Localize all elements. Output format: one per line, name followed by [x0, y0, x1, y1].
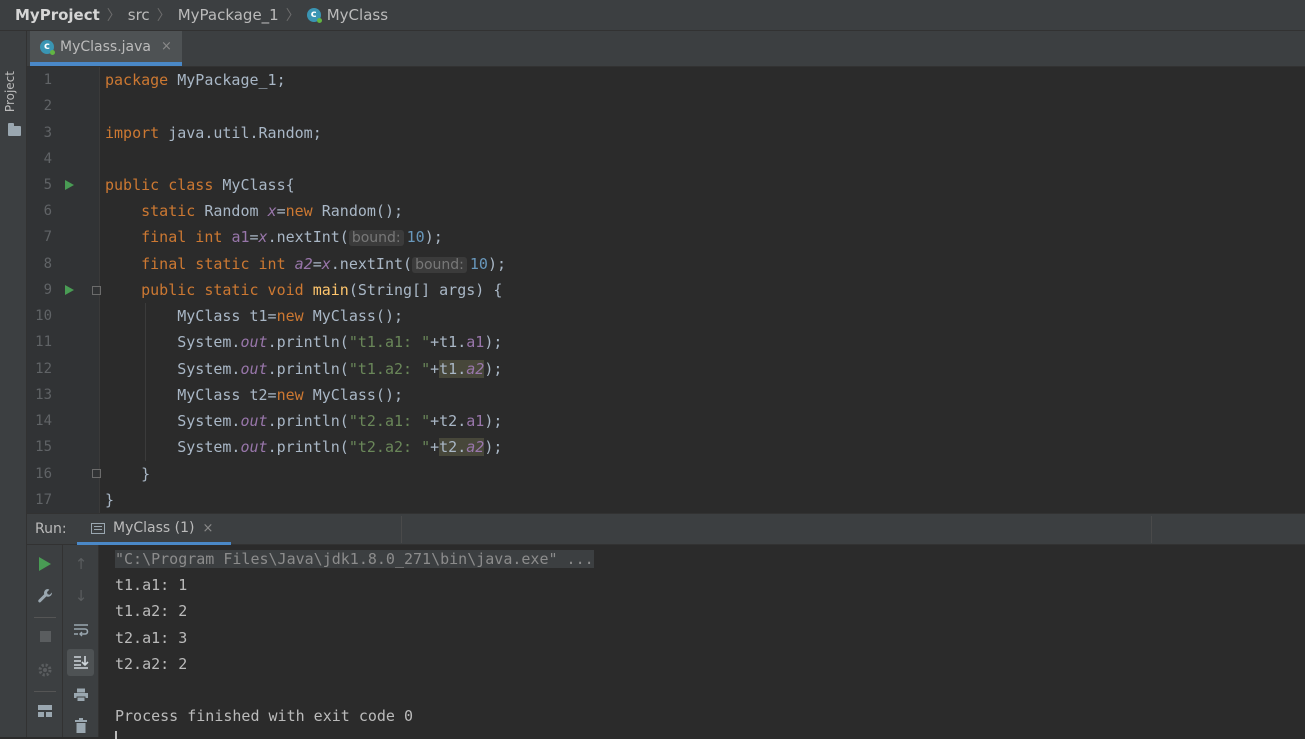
stop-button[interactable]: [36, 627, 54, 645]
code-line-13: MyClass t2=new MyClass();: [177, 386, 404, 404]
static-access-highlight: t1.a2: [439, 360, 485, 378]
code-line-10: MyClass t1=new MyClass();: [177, 307, 404, 325]
console-icon: [91, 522, 105, 534]
code-line-6: static Random x=new Random();: [141, 202, 404, 220]
print-icon[interactable]: [72, 686, 90, 704]
toolbar-separator: [34, 691, 56, 692]
code-line-11: System.out.println("t1.a1: "+t1.a1);: [177, 333, 503, 351]
console-line: t1.a1: 1: [115, 576, 188, 594]
code-line-9: public static void main(String[] args) {: [141, 281, 503, 299]
java-class-icon: c: [40, 39, 55, 55]
close-icon[interactable]: ×: [202, 521, 213, 536]
breadcrumb-class-label: MyClass: [326, 6, 389, 24]
code-line-14: System.out.println("t2.a1: "+t2.a1);: [177, 412, 503, 430]
line-number: 4: [43, 151, 52, 167]
code-line-1: package MyPackage_1;: [105, 71, 286, 89]
run-toolbar-secondary: ↑ ↓: [63, 545, 99, 737]
line-number: 12: [35, 361, 52, 377]
run-class-icon[interactable]: [65, 180, 74, 190]
code-line-8: final static int a2=x.nextInt(bound: 10);: [141, 255, 506, 273]
line-number: 7: [43, 229, 52, 245]
toolbar-separator: [34, 617, 56, 618]
run-main-icon[interactable]: [65, 285, 74, 295]
text-caret: [115, 731, 117, 739]
tab-myclass-java[interactable]: c MyClass.java ×: [30, 31, 182, 66]
left-tool-strip: Project: [0, 31, 27, 737]
line-number: 8: [43, 256, 52, 272]
layout-icon[interactable]: [36, 702, 54, 720]
fold-icon[interactable]: [92, 469, 101, 478]
arrow-down-icon[interactable]: ↓: [72, 587, 90, 605]
line-number: 16: [35, 466, 52, 482]
header-divider: [401, 516, 402, 543]
chevron-right-icon: 〉: [106, 8, 121, 24]
run-label: Run:: [35, 521, 67, 537]
project-tool-button[interactable]: Project: [3, 71, 17, 112]
run-toolbar-primary: [27, 545, 63, 737]
tab-label: MyClass.java: [60, 38, 151, 55]
parameter-hint: bound:: [412, 257, 467, 273]
breadcrumb-project[interactable]: MyProject: [15, 0, 100, 31]
chevron-right-icon: 〉: [285, 8, 300, 24]
line-number: 5: [43, 177, 52, 193]
line-number: 11: [35, 334, 52, 350]
run-tab-label: MyClass (1): [113, 520, 195, 536]
stop-icon: [39, 630, 51, 642]
line-number: 1: [43, 72, 52, 88]
fold-icon[interactable]: [92, 286, 101, 295]
code-line-5: public class MyClass{: [105, 176, 295, 194]
scroll-to-end-icon[interactable]: [72, 653, 90, 671]
code-line-16: }: [141, 465, 151, 483]
line-number: 3: [43, 125, 52, 141]
line-number: 15: [35, 439, 52, 455]
close-icon[interactable]: ×: [161, 39, 172, 54]
code-editor[interactable]: 1 2 3 4 5 6 7 8 9 10 11 12 13 14 15 16 1…: [27, 67, 1305, 513]
console-line: t2.a1: 3: [115, 629, 188, 647]
code-line-17: }: [105, 491, 115, 509]
editor-tab-bar: c MyClass.java ×: [27, 31, 1305, 67]
java-class-icon: c: [306, 8, 322, 23]
line-number: 10: [35, 308, 52, 324]
run-panel-header: Run: MyClass (1) ×: [27, 513, 1305, 545]
line-number: 6: [43, 203, 52, 219]
trash-icon[interactable]: [72, 717, 90, 735]
breadcrumb: MyProject 〉 src 〉 MyPackage_1 〉 c MyClas…: [0, 0, 1305, 31]
arrow-up-icon[interactable]: ↑: [72, 555, 90, 573]
code-line-15: System.out.println("t2.a2: "+t2.a2);: [177, 438, 503, 456]
line-number: 9: [43, 282, 52, 298]
folder-icon[interactable]: [8, 123, 21, 136]
rerun-button[interactable]: [36, 555, 54, 573]
line-number: 14: [35, 413, 52, 429]
line-number: 17: [35, 492, 52, 508]
wrench-icon[interactable]: [36, 587, 54, 605]
breadcrumb-package[interactable]: MyPackage_1: [178, 0, 279, 31]
console-line: t2.a2: 2: [115, 655, 188, 673]
run-tab-myclass[interactable]: MyClass (1) ×: [77, 514, 231, 545]
settings-gear-icon[interactable]: [36, 661, 54, 679]
chevron-right-icon: 〉: [156, 8, 171, 24]
console-line: t1.a2: 2: [115, 602, 188, 620]
line-number: 13: [35, 387, 52, 403]
console-command-line: "C:\Program Files\Java\jdk1.8.0_271\bin\…: [115, 550, 594, 568]
parameter-hint: bound:: [348, 230, 404, 246]
console-output[interactable]: "C:\Program Files\Java\jdk1.8.0_271\bin\…: [99, 545, 1305, 739]
code-line-3: import java.util.Random;: [105, 124, 322, 142]
static-access-highlight: t2.a2: [439, 438, 485, 456]
code-line-12: System.out.println("t1.a2: "+t1.a2);: [177, 360, 503, 378]
console-exit-line: Process finished with exit code 0: [115, 707, 414, 725]
play-icon: [39, 557, 51, 571]
breadcrumb-class[interactable]: c MyClass: [306, 0, 389, 31]
line-number: 2: [43, 98, 52, 114]
code-line-7: final int a1=x.nextInt(bound: 10);: [141, 228, 443, 246]
header-divider: [1151, 516, 1152, 543]
soft-wrap-icon[interactable]: [72, 621, 90, 639]
breadcrumb-src[interactable]: src: [128, 0, 150, 31]
